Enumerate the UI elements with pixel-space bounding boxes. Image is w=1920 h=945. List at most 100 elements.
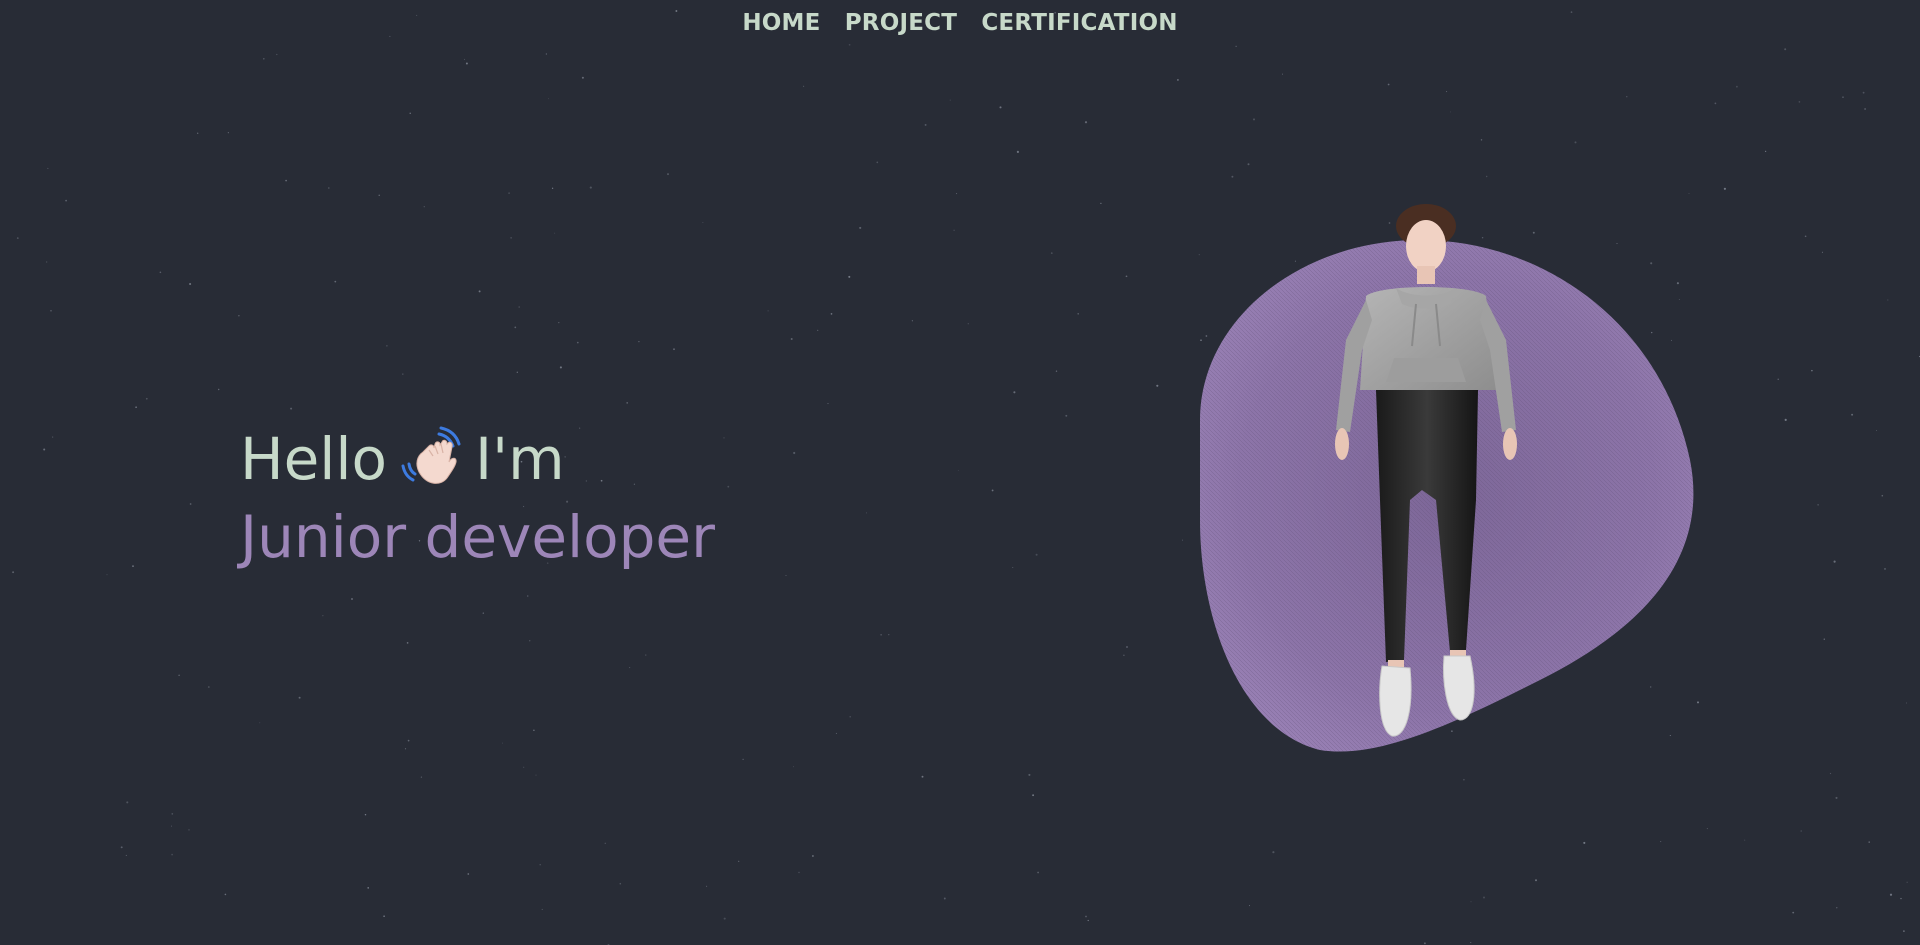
star — [1252, 118, 1256, 121]
star — [859, 226, 862, 229]
star — [1077, 313, 1079, 315]
star — [1235, 45, 1237, 47]
star — [924, 123, 927, 126]
star — [409, 112, 411, 115]
star — [207, 686, 210, 688]
hero-intro: Hello I'm Junior developer — [240, 420, 715, 576]
star — [1247, 163, 1250, 166]
star — [1811, 369, 1813, 372]
star — [334, 280, 337, 283]
star — [1906, 881, 1908, 883]
star — [1387, 83, 1390, 86]
star — [1884, 567, 1886, 570]
avatar-3d-canvas[interactable] — [1160, 200, 1720, 780]
star — [197, 132, 199, 134]
star — [1864, 108, 1867, 110]
star — [638, 340, 640, 343]
star — [50, 309, 52, 312]
star — [1281, 73, 1284, 75]
star — [1028, 773, 1031, 776]
star — [46, 261, 48, 263]
star — [888, 634, 890, 636]
star — [1125, 275, 1128, 278]
star — [1065, 414, 1068, 417]
star — [227, 132, 229, 134]
star — [1817, 504, 1819, 506]
star — [1248, 905, 1251, 907]
star — [1470, 901, 1472, 903]
star — [386, 345, 388, 347]
star — [378, 194, 380, 196]
star — [1123, 654, 1125, 656]
star — [290, 407, 293, 410]
star — [817, 329, 819, 332]
star — [830, 313, 833, 315]
star — [404, 748, 407, 750]
star — [991, 489, 994, 492]
star — [259, 722, 261, 724]
star — [43, 448, 46, 451]
star — [1272, 851, 1275, 854]
star — [1126, 646, 1128, 648]
star — [1706, 828, 1708, 830]
star — [865, 512, 868, 514]
star — [957, 470, 959, 472]
star — [327, 187, 330, 189]
star — [16, 237, 19, 239]
star — [1800, 830, 1802, 832]
role-title: Junior developer — [240, 503, 715, 571]
star — [120, 846, 123, 849]
star — [1714, 102, 1717, 105]
star — [949, 99, 951, 101]
star — [514, 326, 517, 329]
star — [667, 173, 669, 176]
star — [406, 642, 409, 644]
star — [1423, 942, 1426, 945]
star — [999, 106, 1002, 109]
star — [364, 813, 367, 816]
nav-project-link[interactable]: PROJECT — [845, 10, 957, 36]
waving-hand-icon — [401, 426, 461, 484]
star — [350, 597, 354, 601]
star — [159, 271, 162, 274]
star — [367, 887, 370, 889]
star — [803, 85, 805, 87]
nav-certification-link[interactable]: CERTIFICATION — [981, 10, 1177, 36]
star — [262, 57, 265, 60]
star — [1087, 919, 1089, 922]
star — [217, 388, 220, 391]
star — [738, 860, 740, 862]
star — [1833, 560, 1836, 563]
star — [1660, 841, 1662, 843]
nav-home-link[interactable]: HOME — [742, 10, 820, 36]
star — [626, 402, 629, 404]
star — [767, 310, 769, 312]
star — [1829, 772, 1832, 775]
star — [1836, 907, 1838, 909]
star — [1804, 235, 1807, 238]
star — [1784, 418, 1787, 421]
star — [478, 290, 481, 293]
star — [276, 53, 278, 56]
greeting-line: Hello I'm — [240, 420, 715, 498]
star — [551, 187, 554, 189]
star — [1688, 192, 1690, 194]
star — [189, 503, 192, 505]
star — [1486, 175, 1488, 178]
star — [1482, 896, 1486, 899]
star — [1876, 430, 1877, 432]
star — [619, 882, 622, 885]
star — [224, 893, 227, 896]
star — [1784, 48, 1787, 51]
star — [956, 193, 958, 195]
star — [811, 855, 814, 857]
star — [65, 199, 67, 202]
star — [548, 98, 549, 100]
star — [1480, 139, 1483, 141]
star — [1055, 370, 1058, 372]
star — [706, 885, 708, 887]
star — [526, 595, 529, 597]
star — [545, 53, 548, 55]
star — [723, 437, 725, 439]
star — [1798, 101, 1801, 103]
